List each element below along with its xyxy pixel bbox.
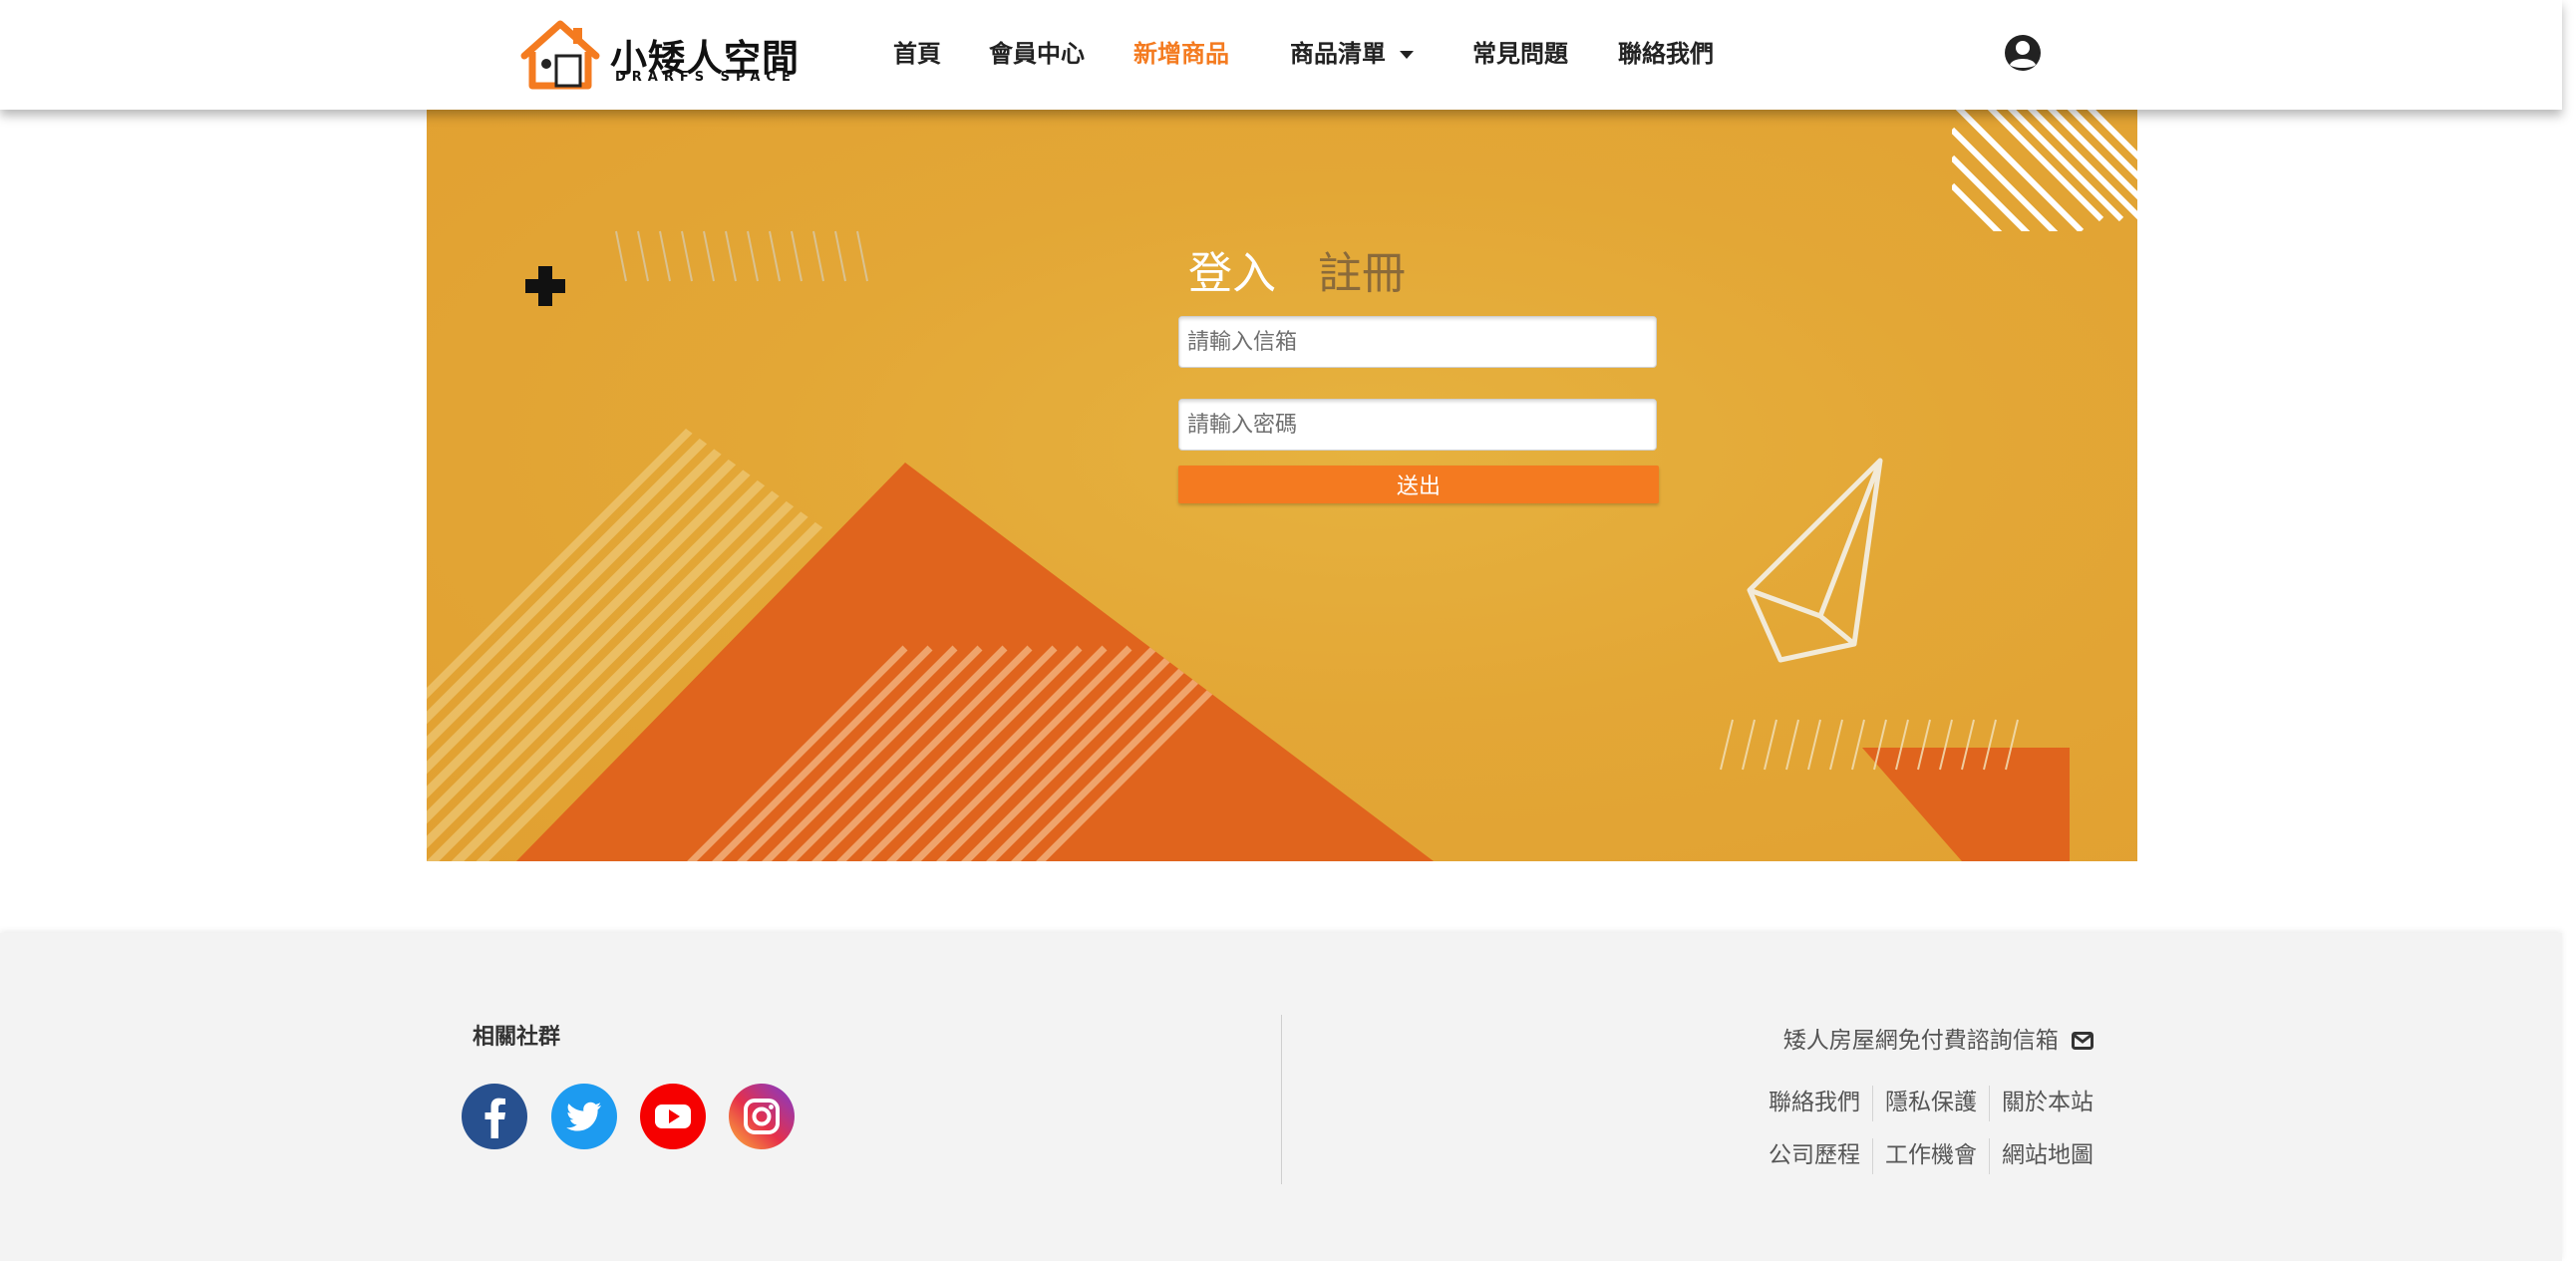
tab-login[interactable]: 登入 (1188, 237, 1276, 301)
link-separator (1989, 1137, 1990, 1174)
contact-email-link[interactable]: 矮人房屋網免付費諮詢信箱 (1783, 1021, 2093, 1055)
submit-button[interactable]: 送出 (1178, 466, 1659, 503)
footer-links-row2: 公司歷程 工作機會 網站地圖 (1769, 1135, 2093, 1174)
mail-icon (2072, 1032, 2093, 1050)
social-title: 相關社群 (473, 1025, 561, 1050)
facebook-icon[interactable] (461, 1083, 528, 1150)
caret-down-icon (1400, 51, 1414, 59)
nav-product-list[interactable]: 商品清單 (1290, 34, 1414, 69)
nav-contact[interactable]: 聯絡我們 (1618, 34, 1714, 69)
footer-links-row1: 聯絡我們 隱私保護 關於本站 (1769, 1083, 2093, 1121)
link-separator (1872, 1085, 1873, 1121)
user-circle-icon[interactable] (2004, 34, 2042, 72)
footer-link-jobs[interactable]: 工作機會 (1885, 1142, 1977, 1168)
nav-add-product[interactable]: 新增商品 (1133, 34, 1229, 69)
crystal-outline-icon (1747, 458, 1883, 663)
link-separator (1989, 1085, 1990, 1121)
youtube-icon[interactable] (639, 1083, 707, 1150)
instagram-icon[interactable] (728, 1083, 796, 1150)
footer-divider (1281, 1015, 1282, 1184)
login-hero: 登入註冊 送出 (427, 110, 2137, 861)
site-footer: 相關社群 矮人房屋網免付費諮詢信箱 聯絡我們 隱私保護 關於本站 公司歷程 工作… (0, 933, 2562, 1261)
twitter-icon[interactable] (550, 1083, 618, 1150)
nav-faq[interactable]: 常見問題 (1472, 34, 1568, 69)
footer-link-sitemap[interactable]: 網站地圖 (2002, 1142, 2093, 1168)
email-field[interactable] (1178, 316, 1657, 368)
contact-text: 矮人房屋網免付費諮詢信箱 (1782, 1028, 2059, 1054)
site-header: 小矮人空間 DRARFS SPACE 首頁 會員中心 新增商品 商品清單 常見問… (0, 0, 2562, 110)
brand-subtitle: DRARFS SPACE (615, 70, 797, 85)
footer-link-contact[interactable]: 聯絡我們 (1769, 1090, 1860, 1115)
password-field[interactable] (1178, 399, 1657, 451)
plus-icon (525, 266, 565, 306)
house-logo-icon (520, 20, 600, 90)
tab-register[interactable]: 註冊 (1318, 237, 1406, 301)
footer-link-history[interactable]: 公司歷程 (1769, 1142, 1860, 1168)
link-separator (1872, 1137, 1873, 1174)
site-logo[interactable]: 小矮人空間 DRARFS SPACE (518, 18, 799, 92)
footer-link-privacy[interactable]: 隱私保護 (1885, 1090, 1977, 1115)
nav-home[interactable]: 首頁 (893, 34, 941, 69)
auth-tabs: 登入 註冊 (1188, 237, 1448, 301)
nav-product-list-label: 商品清單 (1290, 40, 1386, 68)
orange-corner-shape (1862, 748, 2070, 861)
footer-link-about[interactable]: 關於本站 (2002, 1090, 2093, 1115)
nav-member-center[interactable]: 會員中心 (989, 34, 1085, 69)
